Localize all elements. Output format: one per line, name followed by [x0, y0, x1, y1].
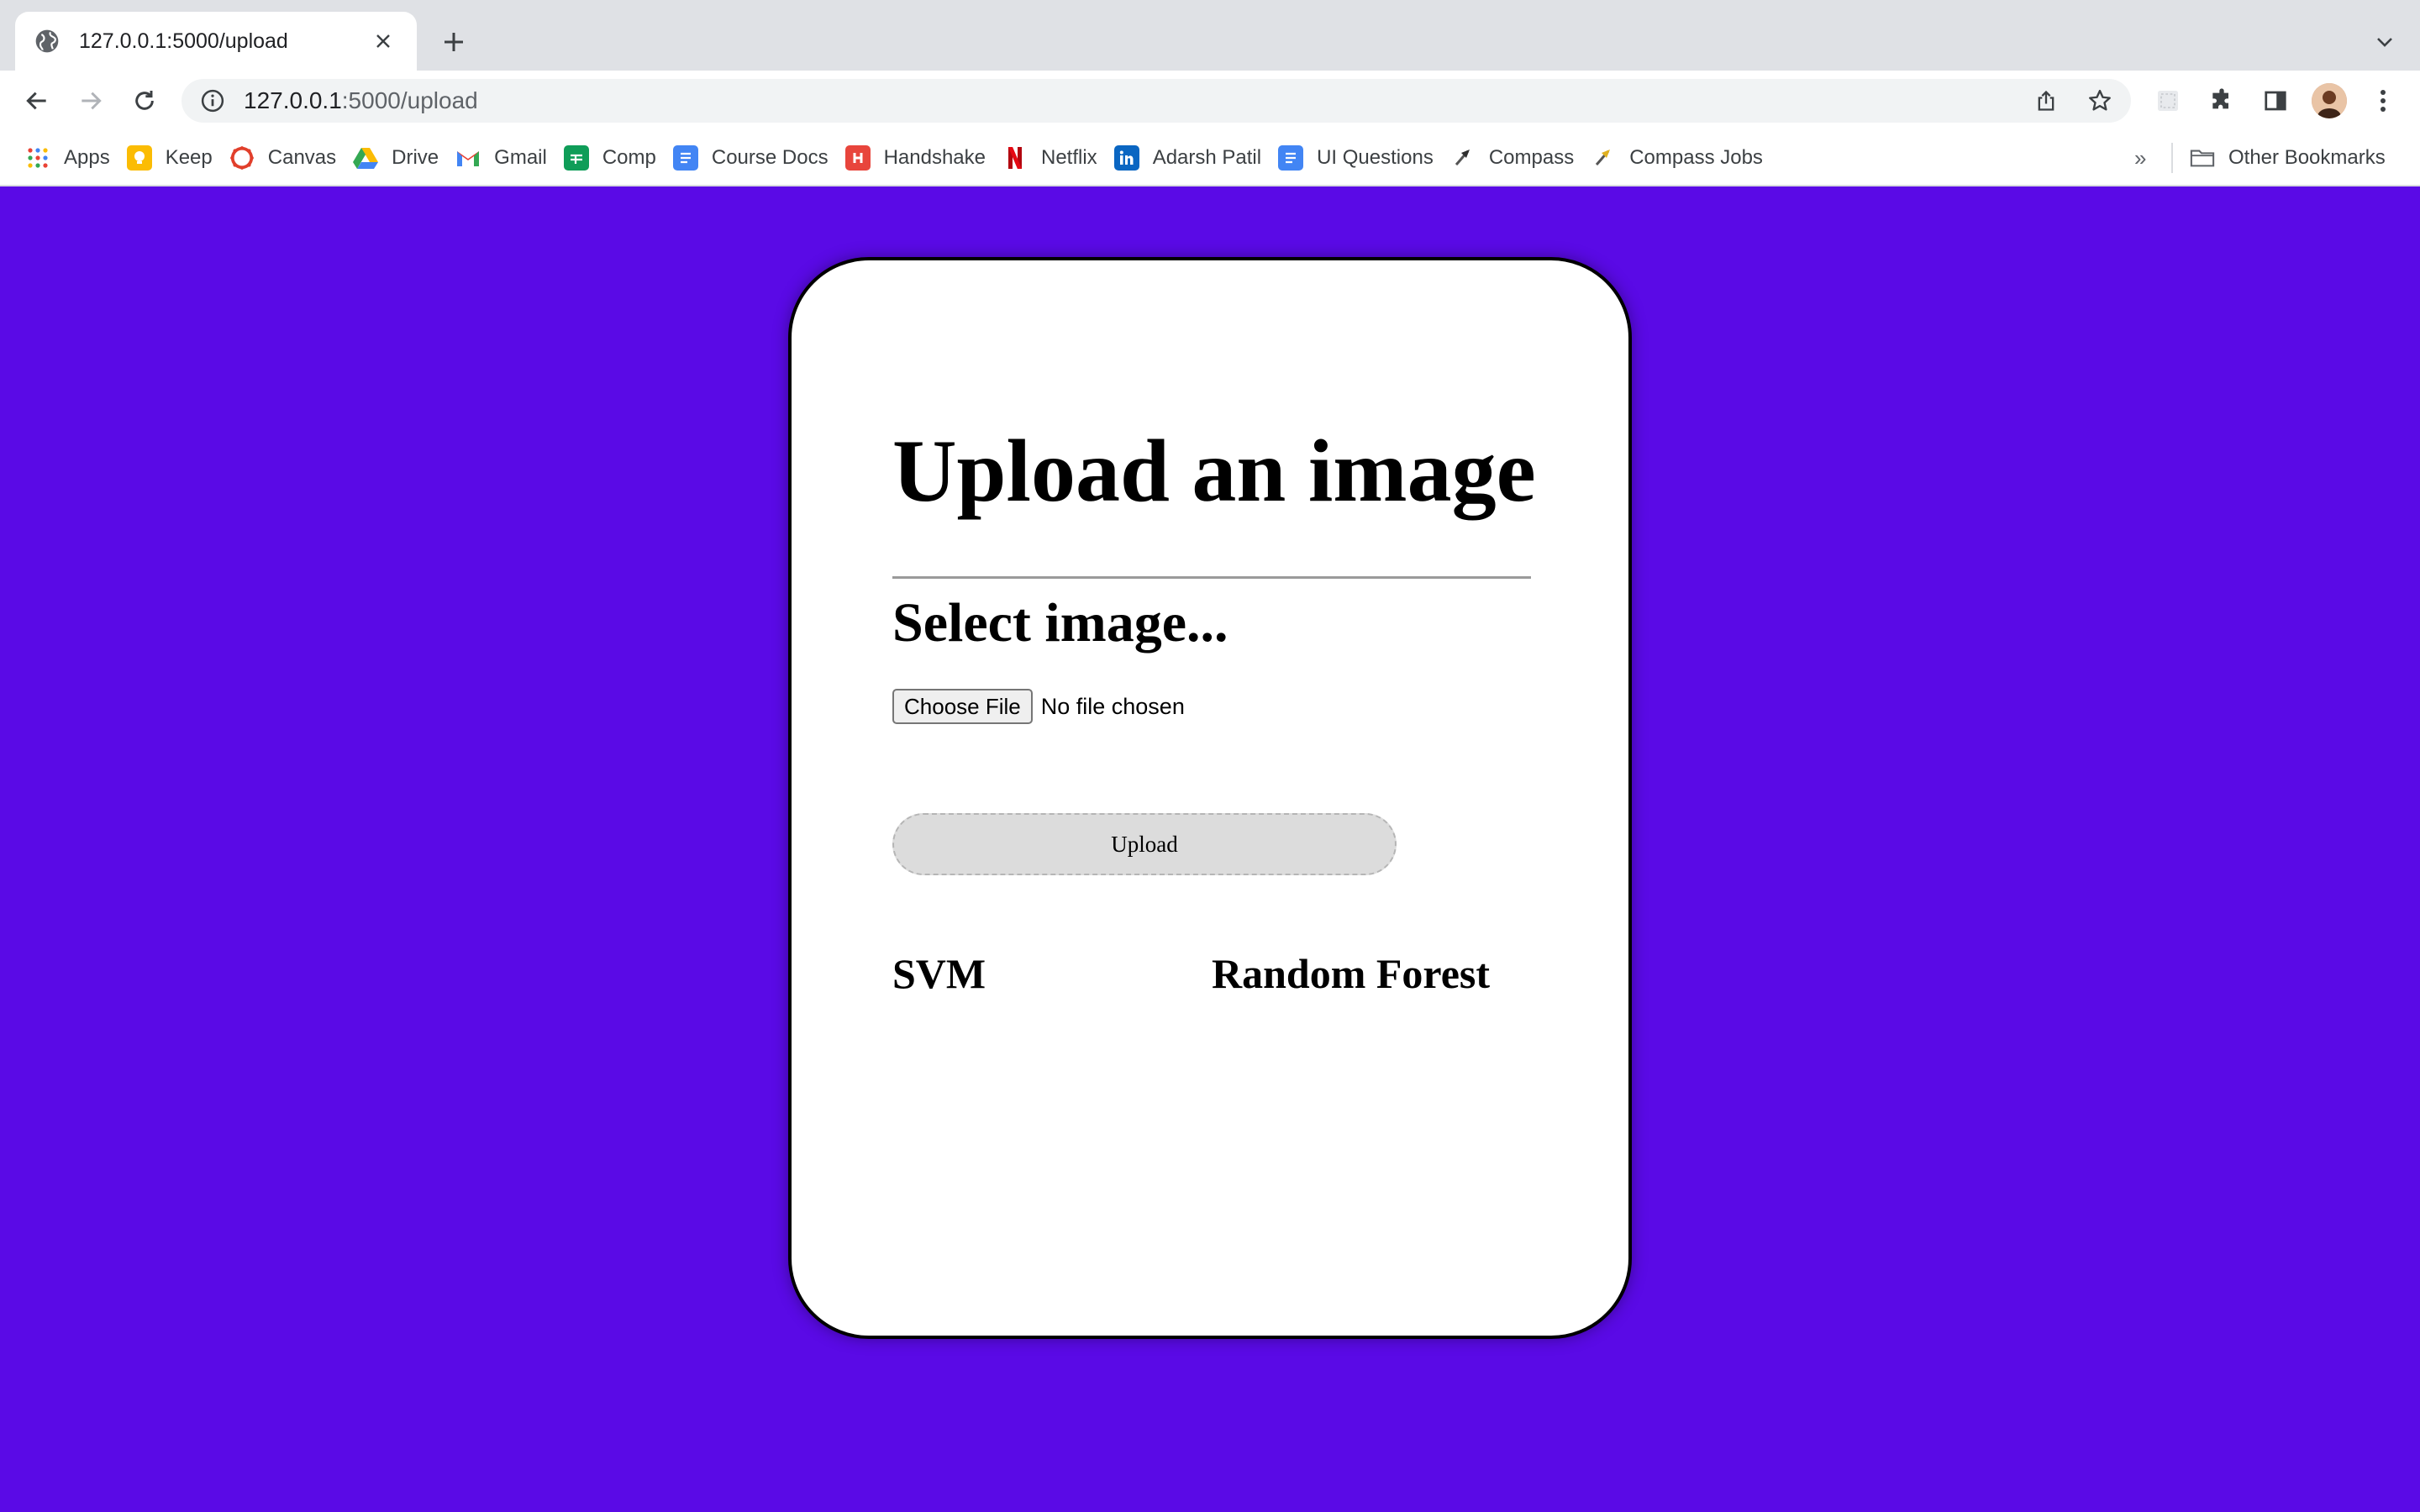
url-text: 127.0.0.1:5000/upload: [244, 87, 478, 114]
linkedin-icon: [1113, 145, 1139, 171]
browser-toolbar: 127.0.0.1:5000/upload: [0, 71, 2420, 131]
compass-icon: [1591, 145, 1616, 171]
bookmark-label: Netflix: [1041, 146, 1097, 169]
close-tab-icon[interactable]: [368, 26, 398, 56]
bookmark-label: Canvas: [267, 146, 337, 169]
reload-icon[interactable]: [126, 82, 163, 119]
bookmark-comp[interactable]: Comp: [563, 138, 666, 178]
bookmark-handshake[interactable]: Handshake: [844, 138, 996, 178]
bookmark-drive[interactable]: Drive: [353, 138, 449, 178]
choose-file-button[interactable]: Choose File: [892, 689, 1033, 724]
handshake-icon: [844, 145, 871, 171]
select-image-heading: Select image...: [892, 592, 1228, 654]
bookmark-label: Comp: [602, 146, 656, 169]
browser-menu-icon[interactable]: [2365, 82, 2402, 119]
avatar-image: [2312, 83, 2347, 118]
divider: [892, 576, 1531, 579]
share-icon[interactable]: [2028, 82, 2065, 119]
bookmark-star-icon[interactable]: [2081, 82, 2118, 119]
active-tab[interactable]: 127.0.0.1:5000/upload: [15, 12, 417, 71]
bookmark-label: Keep: [165, 146, 213, 169]
upload-card: Upload an image Select image... Choose F…: [788, 257, 1632, 1339]
random-forest-result-heading: Random Forest: [1212, 950, 1491, 997]
bookmark-label: Compass: [1488, 146, 1575, 169]
netflix-icon: [1002, 145, 1028, 171]
bookmarks-divider: [2171, 143, 2173, 173]
docs-icon: [1278, 145, 1304, 171]
globe-icon: [34, 28, 60, 55]
site-info-icon[interactable]: [200, 88, 225, 113]
drive-icon: [353, 145, 379, 171]
svm-result-heading: SVM: [892, 950, 986, 997]
page-title: Upload an image: [892, 422, 1536, 520]
bookmark-label: UI Questions: [1317, 146, 1434, 169]
other-bookmarks[interactable]: Other Bookmarks: [2190, 138, 2386, 178]
apps-grid-icon: [25, 145, 50, 171]
canvas-icon: [229, 145, 255, 171]
compass-icon: [1450, 145, 1476, 171]
bookmark-apps[interactable]: Apps: [25, 138, 120, 178]
gmail-icon: [455, 145, 481, 171]
tab-strip: 127.0.0.1:5000/upload: [0, 0, 2420, 71]
forward-arrow-icon[interactable]: [72, 82, 109, 119]
bookmark-netflix[interactable]: Netflix: [1002, 138, 1107, 178]
sheets-icon: [563, 145, 589, 171]
bookmark-course-docs[interactable]: Course Docs: [672, 138, 839, 178]
bookmark-ui-questions[interactable]: UI Questions: [1278, 138, 1444, 178]
extension-icon[interactable]: [2149, 82, 2186, 119]
profile-avatar[interactable]: [2311, 82, 2348, 119]
url-host: 127.0.0.1: [244, 87, 342, 113]
bookmark-label: Compass Jobs: [1629, 146, 1763, 169]
tab-search-chevron-icon[interactable]: [2368, 25, 2402, 59]
bookmark-compass[interactable]: Compass: [1450, 138, 1584, 178]
bookmarks-bar: Apps Keep Canvas Drive Gmail Comp Course…: [0, 131, 2420, 186]
bookmark-keep[interactable]: Keep: [126, 138, 223, 178]
file-input[interactable]: Choose File No file chosen: [892, 689, 1185, 724]
bookmark-gmail[interactable]: Gmail: [455, 138, 557, 178]
bookmark-canvas[interactable]: Canvas: [229, 138, 346, 178]
side-panel-icon[interactable]: [2257, 82, 2294, 119]
back-arrow-icon[interactable]: [18, 82, 55, 119]
tab-title: 127.0.0.1:5000/upload: [79, 29, 288, 53]
new-tab-icon[interactable]: [437, 25, 471, 59]
bookmark-label: Other Bookmarks: [2228, 146, 2386, 169]
more-bookmarks-chevron[interactable]: »: [2134, 138, 2146, 178]
bookmark-label: Adarsh Patil: [1152, 146, 1262, 169]
keep-icon: [126, 145, 152, 171]
bookmark-label: Gmail: [494, 146, 547, 169]
bookmark-label: Course Docs: [711, 146, 829, 169]
bookmark-label: Drive: [392, 146, 439, 169]
docs-icon: [672, 145, 698, 171]
bookmark-label: Apps: [64, 146, 110, 169]
upload-button[interactable]: Upload: [892, 813, 1397, 875]
bookmark-compass-jobs[interactable]: Compass Jobs: [1591, 138, 1773, 178]
file-status-text: No file chosen: [1040, 693, 1185, 719]
bookmark-adarsh-patil[interactable]: Adarsh Patil: [1113, 138, 1271, 178]
bookmark-label: Handshake: [883, 146, 986, 169]
address-bar[interactable]: 127.0.0.1:5000/upload: [182, 79, 2131, 123]
folder-icon: [2190, 145, 2215, 171]
url-path: :5000/upload: [341, 87, 478, 113]
puzzle-icon[interactable]: [2203, 82, 2240, 119]
